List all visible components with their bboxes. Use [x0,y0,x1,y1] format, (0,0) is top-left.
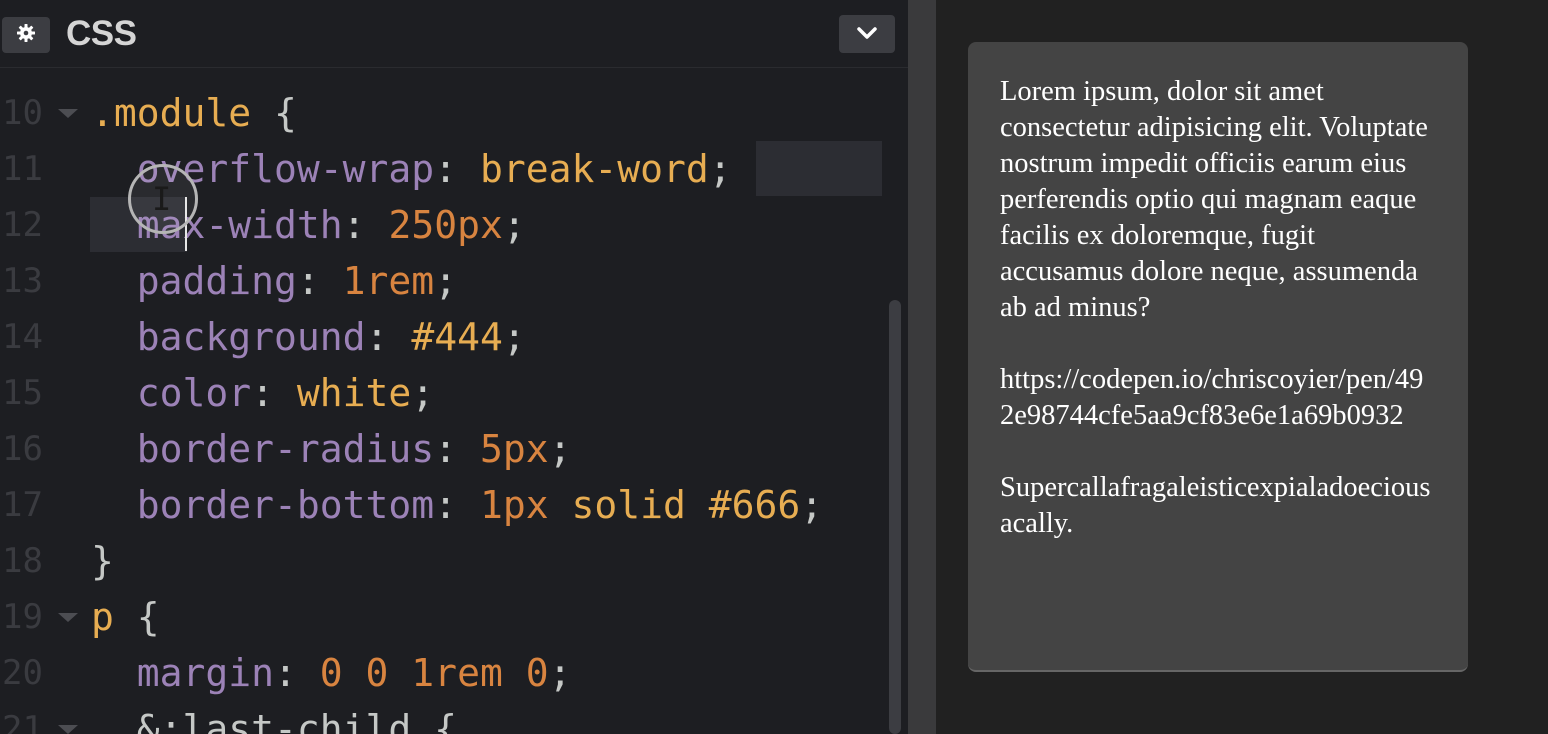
preview-panel: Lorem ipsum, dolor sit amet consectetur … [936,0,1548,734]
code-area[interactable]: 10 .module {11 overflow-wrap: break-word;… [0,71,890,734]
code-token: } [91,539,114,583]
code-text: } [91,533,114,589]
line-number: 11 [2,149,43,189]
code-token: #444 [411,315,503,359]
code-token: ; [800,483,824,527]
code-token: ; [708,147,732,191]
code-token: ; [411,371,435,415]
code-token: : [434,483,480,527]
code-line[interactable]: 13 padding: 1rem; [0,253,880,309]
code-text: background: #444; [91,309,526,365]
code-token: #666 [708,483,801,527]
paragraph-url: https://codepen.io/chriscoyier/pen/492e9… [1000,364,1424,431]
module-box: Lorem ipsum, dolor sit amet consectetur … [968,42,1468,672]
paragraph-long-word: Supercallafragaleisticexpialadoeciousaca… [1000,472,1431,539]
code-token: color [91,371,252,415]
fold-arrow-icon[interactable] [58,613,78,622]
code-token: ; [502,315,526,359]
line-number: 13 [2,261,43,301]
code-token: &:last-child { [91,707,458,734]
code-token: : [296,259,343,303]
code-token: : [434,427,480,471]
line-number: 21 [2,709,43,734]
code-token: ; [434,259,458,303]
line-number: 10 [2,93,43,133]
vertical-scrollbar[interactable] [889,300,901,734]
code-token: 1rem [342,259,435,303]
code-token: .module [91,91,252,135]
line-number: 17 [2,485,43,525]
line-number: 18 [2,541,43,581]
code-token: background [91,315,366,359]
code-token: break-word [479,147,709,191]
code-token: : [365,315,412,359]
code-text: color: white; [91,365,434,421]
code-token: 250px [388,203,503,247]
code-token: ; [548,651,572,695]
code-text: border-radius: 5px; [91,421,572,477]
code-text: p { [91,589,160,645]
code-line[interactable]: 16 border-radius: 5px; [0,421,880,477]
pane-resize-handle[interactable] [908,0,936,734]
chevron-down-icon [856,25,878,44]
code-token: border-bottom [91,483,435,527]
code-token: padding [91,259,297,303]
code-token: 5px [479,427,549,471]
code-token: : [434,147,480,191]
code-token: p [91,595,114,639]
settings-button[interactable] [2,17,50,53]
line-number: 19 [2,597,43,637]
code-token: ; [502,203,526,247]
code-line[interactable]: 19 p { [0,589,880,645]
editor-header: CSS [0,0,908,68]
code-line[interactable]: 10 .module { [0,85,880,141]
line-number: 20 [2,653,43,693]
code-token: solid [571,483,686,527]
gear-icon [16,23,36,47]
code-token: { [113,595,160,639]
line-number: 12 [2,205,43,245]
code-text: padding: 1rem; [91,253,457,309]
code-token: 0 0 1rem 0 [319,651,549,695]
code-line[interactable]: 15 color: white; [0,365,880,421]
code-text: &:last-child { [91,701,457,734]
paragraph-lorem: Lorem ipsum, dolor sit amet consectetur … [1000,76,1428,323]
code-text: .module { [91,85,297,141]
line-number: 16 [2,429,43,469]
code-line[interactable]: 20 margin: 0 0 1rem 0; [0,645,880,701]
code-token: 1px [479,483,549,527]
code-line[interactable]: 17 border-bottom: 1px solid #666; [0,477,880,533]
code-text: border-bottom: 1px solid #666; [91,477,823,533]
code-token: margin [91,651,275,695]
code-token: border-radius [91,427,435,471]
code-text: margin: 0 0 1rem 0; [91,645,572,701]
code-token: { [251,91,297,135]
fold-arrow-icon[interactable] [58,109,78,118]
css-editor-panel: CSS 10 .module {11 overflow-wrap: break-w… [0,0,908,734]
code-token: white [296,371,412,415]
code-token: : [342,203,389,247]
line-number: 14 [2,317,43,357]
line-number: 15 [2,373,43,413]
collapse-button[interactable] [839,15,895,53]
code-token: : [274,651,320,695]
code-token: ; [548,427,572,471]
ibeam-cursor-icon: I [152,180,172,218]
code-line[interactable]: 14 background: #444; [0,309,880,365]
editor-title: CSS [66,14,137,53]
code-line[interactable]: 21 &:last-child { [0,701,880,734]
code-line[interactable]: 18} [0,533,880,589]
fold-arrow-icon[interactable] [58,725,78,734]
code-token: : [251,371,297,415]
